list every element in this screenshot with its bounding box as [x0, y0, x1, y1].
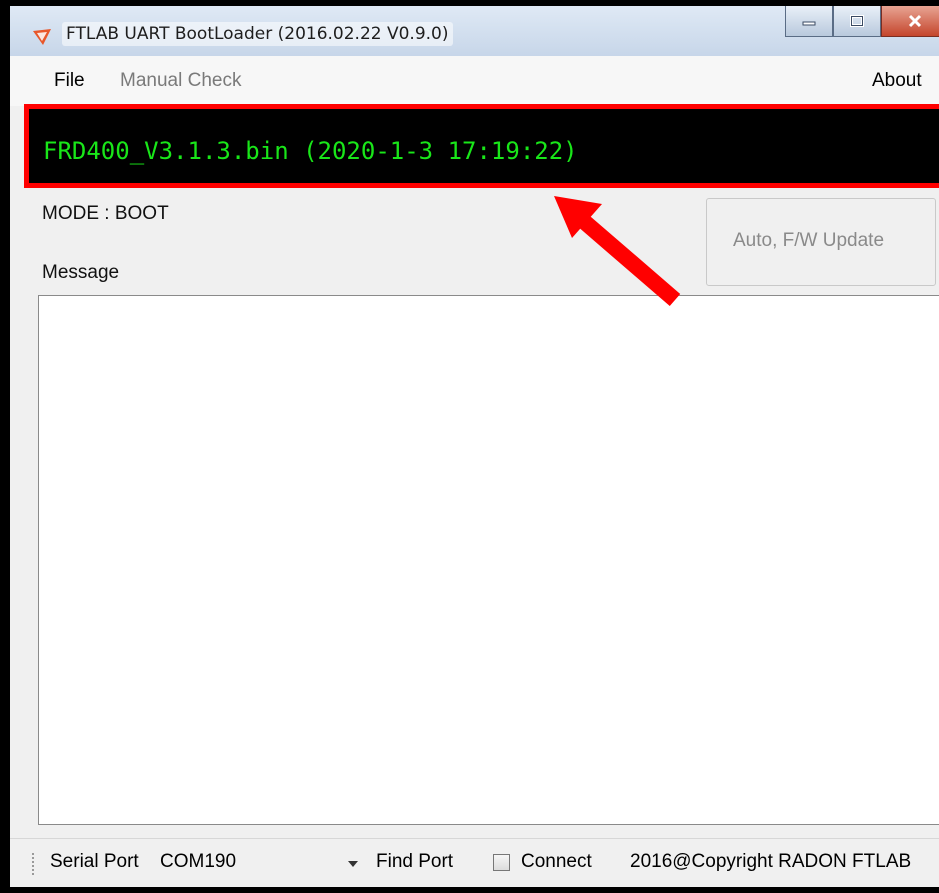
window-title-text: FTLAB UART BootLoader (2016.02.22 V0.9.0…: [62, 22, 453, 46]
message-label: Message: [42, 262, 120, 283]
firmware-display: FRD400_V3.1.3.bin (2020-1-3 17:19:22): [24, 104, 939, 188]
serial-port-select[interactable]: COM190: [160, 851, 236, 873]
app-logo-icon: [33, 29, 51, 45]
connect-label: Connect: [521, 851, 592, 872]
message-textarea[interactable]: [38, 295, 939, 825]
serial-port-label: Serial Port: [50, 851, 139, 872]
connect-checkbox[interactable]: [493, 854, 510, 871]
copyright-text: 2016@Copyright RADON FTLAB: [630, 851, 912, 872]
red-arrow-icon: [554, 196, 681, 307]
auto-fw-update-button[interactable]: Auto, F/W Update: [706, 198, 936, 286]
title-bar[interactable]: FTLAB UART BootLoader (2016.02.22 V0.9.0…: [10, 6, 939, 56]
window-title: FTLAB UART BootLoader (2016.02.22 V0.9.0…: [62, 22, 453, 46]
auto-fw-update-label: Auto, F/W Update: [733, 230, 885, 251]
find-port-button[interactable]: Find Port: [376, 851, 453, 873]
firmware-file-text: FRD400_V3.1.3.bin (2020-1-3 17:19:22): [43, 137, 578, 165]
status-bar: Serial Port COM190 Find Port Connect 201…: [10, 838, 939, 887]
close-button[interactable]: [881, 6, 939, 37]
grip-handle[interactable]: [32, 853, 34, 875]
mode-label: MODE : BOOT: [42, 203, 169, 224]
minimize-icon: [802, 21, 816, 26]
minimize-button[interactable]: [785, 6, 833, 37]
maximize-icon: [850, 15, 864, 27]
chevron-down-icon[interactable]: [348, 861, 358, 867]
maximize-button[interactable]: [833, 6, 881, 37]
screenshot-frame: FTLAB UART BootLoader (2016.02.22 V0.9.0…: [0, 0, 939, 893]
menu-file[interactable]: File: [54, 70, 85, 92]
close-icon: [908, 14, 922, 28]
menu-about[interactable]: About: [872, 70, 922, 92]
menu-bar: File Manual Check About: [10, 56, 939, 106]
menu-manual-check[interactable]: Manual Check: [120, 70, 241, 92]
window-controls: [785, 6, 939, 38]
